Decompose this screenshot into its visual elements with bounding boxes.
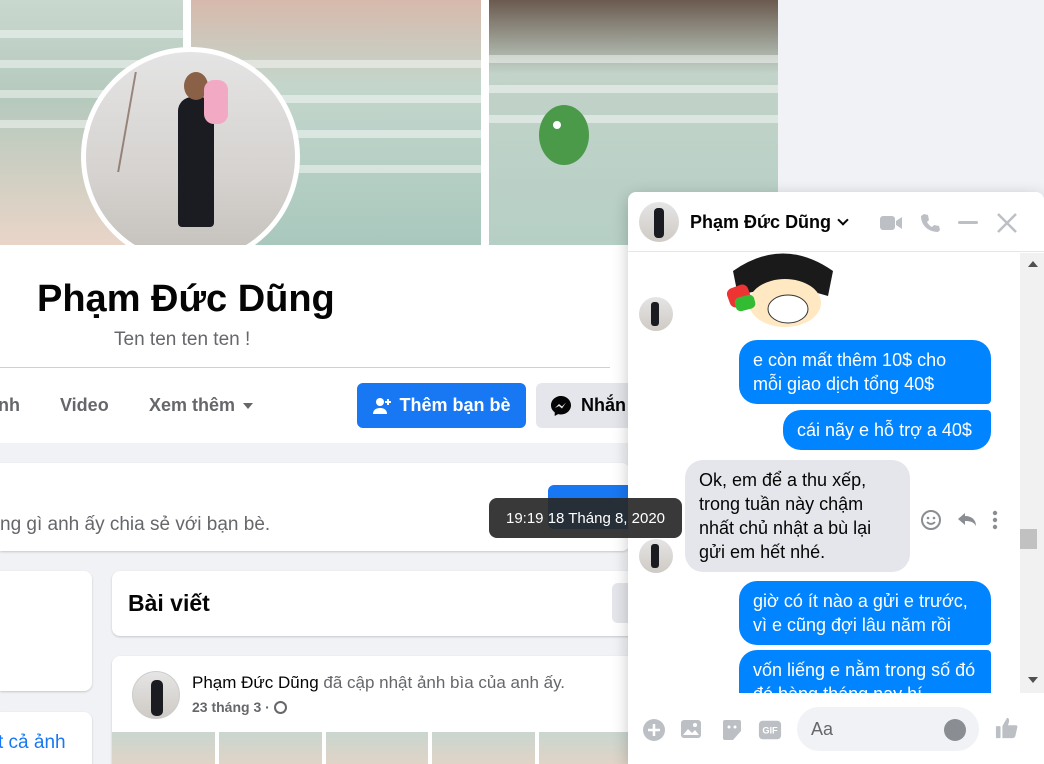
close-icon[interactable] (994, 210, 1020, 236)
add-friend-button[interactable]: Thêm bạn bè (357, 383, 526, 428)
globe-icon (273, 700, 287, 714)
post-photo[interactable] (112, 732, 215, 764)
post-photo[interactable] (539, 732, 642, 764)
phone-icon[interactable] (917, 210, 943, 236)
timestamp-tooltip: 19:19 18 Tháng 8, 2020 (489, 498, 682, 538)
image-icon[interactable] (680, 718, 704, 742)
see-all-photos-link[interactable]: t cả ảnh (0, 732, 66, 754)
post-header-line: Phạm Đức Dũng đã cập nhật ảnh bìa của an… (192, 673, 565, 693)
message-bubble-incoming[interactable]: Ok, em để a thu xếp, trong tuần này chậm… (685, 460, 910, 572)
chat-contact-name[interactable]: Phạm Đức Dũng (690, 212, 849, 233)
divider (0, 367, 610, 368)
post-author-avatar[interactable] (132, 671, 180, 719)
dinosaur-print-icon (539, 105, 589, 165)
add-friend-label: Thêm bạn bè (399, 395, 511, 415)
like-icon[interactable] (995, 716, 1019, 740)
photos-card: t cả ảnh (0, 712, 92, 764)
tab-video[interactable]: Video (60, 395, 109, 416)
sticker-icon[interactable] (720, 718, 744, 742)
video-call-icon[interactable] (878, 210, 904, 236)
tab-photos[interactable]: nh (0, 395, 20, 416)
chat-contact-avatar[interactable] (639, 202, 679, 242)
posts-title: Bài viết (128, 590, 210, 616)
chat-scrollbar[interactable] (1020, 253, 1044, 693)
chat-contact-name-text: Phạm Đức Dũng (690, 212, 832, 232)
tab-more[interactable]: Xem thêm (149, 395, 254, 416)
post-photos (112, 732, 642, 764)
message-label: Nhắn (581, 395, 626, 415)
profile-bio: Ten ten ten ten ! (114, 329, 251, 350)
post-activity-text: đã cập nhật ảnh bìa của anh ấy. (318, 673, 566, 692)
caret-down-icon (243, 403, 254, 410)
message-bubble-outgoing[interactable]: giờ có ít nào a gửi e trước, vì e cũng đ… (739, 581, 991, 645)
reply-icon[interactable] (956, 510, 978, 530)
post-photo[interactable] (218, 732, 322, 764)
message-sender-avatar[interactable] (639, 539, 673, 573)
chat-window: Phạm Đức Dũng e còn mất thêm 10$ cho mỗi… (628, 192, 1044, 764)
message-bubble-outgoing[interactable]: e còn mất thêm 10$ cho mỗi giao dịch tổn… (739, 340, 991, 404)
intro-card (0, 571, 92, 691)
feed-post: Phạm Đức Dũng đã cập nhật ảnh bìa của an… (112, 656, 642, 764)
add-friend-icon (373, 397, 392, 414)
posts-header-card: Bài viết (112, 571, 648, 636)
gif-icon[interactable]: GIF (758, 718, 782, 742)
emoji-icon[interactable] (944, 719, 966, 741)
chat-messages: e còn mất thêm 10$ cho mỗi giao dịch tổn… (628, 253, 1028, 693)
post-date-text[interactable]: 23 tháng 3 · (192, 699, 270, 715)
minimize-icon[interactable] (955, 210, 981, 236)
message-sender-avatar[interactable] (639, 297, 673, 331)
scroll-up-icon[interactable] (1028, 261, 1038, 267)
profile-name: Phạm Đức Dũng (37, 278, 335, 320)
tab-more-label: Xem thêm (149, 395, 236, 415)
post-photo[interactable] (432, 732, 536, 764)
message-actions (920, 509, 998, 531)
gif-label: GIF (762, 726, 778, 736)
profile-header: Phạm Đức Dũng Ten ten ten ten ! nh Video… (0, 245, 636, 443)
plus-circle-icon[interactable] (642, 718, 666, 742)
chat-composer: GIF (628, 694, 1044, 764)
post-author-name[interactable]: Phạm Đức Dũng (192, 673, 319, 692)
react-emoji-icon[interactable] (920, 509, 942, 531)
more-icon[interactable] (992, 510, 998, 530)
scroll-thumb[interactable] (1020, 529, 1037, 549)
messenger-icon (551, 395, 571, 416)
message-button[interactable]: Nhắn (536, 383, 636, 428)
chevron-down-icon (837, 214, 849, 226)
message-bubble-outgoing[interactable]: cái nãy e hỗ trợ a 40$ (783, 410, 991, 450)
post-photo[interactable] (325, 732, 429, 764)
message-bubble-outgoing[interactable]: vốn liếng e nằm trong số đó đó hàng thán… (739, 650, 991, 693)
chat-header: Phạm Đức Dũng (628, 192, 1044, 252)
profile-picture[interactable] (81, 47, 300, 266)
post-date: 23 tháng 3 · (192, 699, 287, 715)
scroll-down-icon[interactable] (1028, 677, 1038, 683)
share-card-text: ng gì anh ấy chia sẻ với bạn bè. (0, 514, 271, 535)
sticker (726, 253, 833, 327)
